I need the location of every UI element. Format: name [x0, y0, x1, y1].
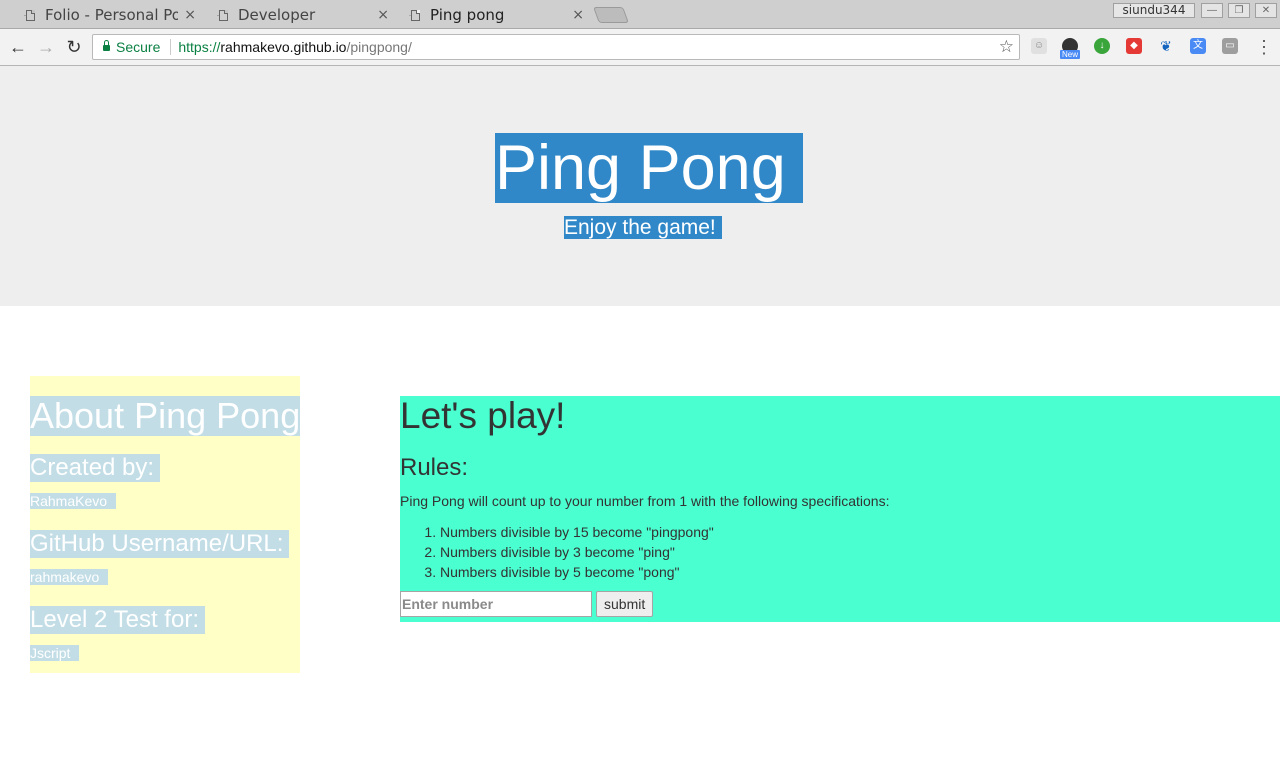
level-value: Jscript	[30, 645, 80, 661]
about-panel: About Ping Pong Created by: RahmaKevo Gi…	[30, 376, 301, 673]
jumbotron: Ping Pong Enjoy the game!	[0, 66, 1280, 306]
close-tab-icon[interactable]: ×	[184, 7, 196, 23]
number-input[interactable]	[400, 591, 592, 617]
window-close-button[interactable]: ✕	[1255, 3, 1277, 18]
tab-folio[interactable]: Folio - Personal Po ×	[6, 1, 206, 29]
tab-title: Developer	[238, 6, 316, 24]
tab-strip: Folio - Personal Po × Developer × Ping p…	[0, 0, 1280, 29]
submit-button[interactable]: submit	[596, 591, 654, 617]
speed-dial-icon[interactable]: New	[1060, 38, 1081, 59]
github-value: rahmakevo	[30, 569, 109, 585]
game-heading: Let's play!	[400, 395, 566, 436]
address-bar[interactable]: Secure https://rahmakevo.github.io/pingp…	[92, 34, 1020, 60]
lock-icon	[103, 40, 110, 51]
forward-arrow-icon[interactable]: →	[36, 37, 56, 57]
tab-ping-pong[interactable]: Ping pong ×	[391, 1, 594, 29]
rule-item: Numbers divisible by 3 become "ping"	[440, 542, 714, 562]
reload-icon[interactable]: ↻	[64, 37, 84, 57]
rule-item: Numbers divisible by 5 become "pong"	[440, 562, 714, 582]
rules-heading: Rules:	[400, 454, 469, 481]
omnibox-divider	[170, 39, 172, 55]
menu-icon[interactable]: ⋮	[1255, 37, 1273, 57]
profile-button[interactable]: siundu344	[1113, 3, 1195, 18]
page-subtitle: Enjoy the game!	[564, 216, 722, 239]
butterfly-icon[interactable]: ❦	[1158, 38, 1174, 54]
extension-badge: New	[1060, 50, 1081, 59]
created-by-label: Created by:	[30, 454, 161, 482]
rules-description: Ping Pong will count up to your number f…	[400, 493, 890, 509]
github-label: GitHub Username/URL:	[30, 530, 290, 558]
url-host: rahmakevo.github.io	[220, 39, 347, 55]
tab-developer[interactable]: Developer ×	[199, 1, 399, 29]
bookmark-star-icon[interactable]: ☆	[999, 37, 1014, 57]
translate-icon[interactable]: 文	[1190, 38, 1206, 54]
ghost-icon[interactable]: ☺	[1031, 38, 1047, 54]
level-label: Level 2 Test for:	[30, 606, 205, 634]
about-heading: About Ping Pong	[30, 395, 301, 436]
back-arrow-icon[interactable]: ←	[8, 37, 28, 57]
cast-icon[interactable]: ▭	[1222, 38, 1238, 54]
browser-toolbar: ← → ↻ Secure https://rahmakevo.github.io…	[0, 29, 1280, 66]
close-tab-icon[interactable]: ×	[377, 7, 389, 23]
url-scheme: https://	[178, 39, 221, 55]
game-panel: Let's play! Rules: Ping Pong will count …	[400, 396, 1280, 622]
rule-item: Numbers divisible by 15 become "pingpong…	[440, 522, 714, 542]
url-path: /pingpong/	[346, 39, 412, 55]
page-icon	[219, 9, 228, 21]
adblock-icon[interactable]: ◆	[1126, 38, 1142, 54]
restore-button[interactable]: ❐	[1228, 3, 1250, 18]
created-by-value: RahmaKevo	[30, 493, 117, 509]
page-title: Ping Pong	[495, 133, 803, 203]
tab-title: Ping pong	[430, 6, 505, 24]
secure-label[interactable]: Secure	[116, 39, 160, 55]
rules-list: Numbers divisible by 15 become "pingpong…	[400, 522, 714, 582]
close-tab-icon[interactable]: ×	[572, 7, 584, 23]
download-icon[interactable]: ↓	[1094, 38, 1110, 54]
minimize-button[interactable]: —	[1201, 3, 1223, 18]
page-icon	[411, 9, 420, 21]
page-icon	[26, 9, 35, 21]
new-tab-button[interactable]	[593, 7, 629, 23]
tab-title: Folio - Personal Po	[45, 6, 179, 24]
